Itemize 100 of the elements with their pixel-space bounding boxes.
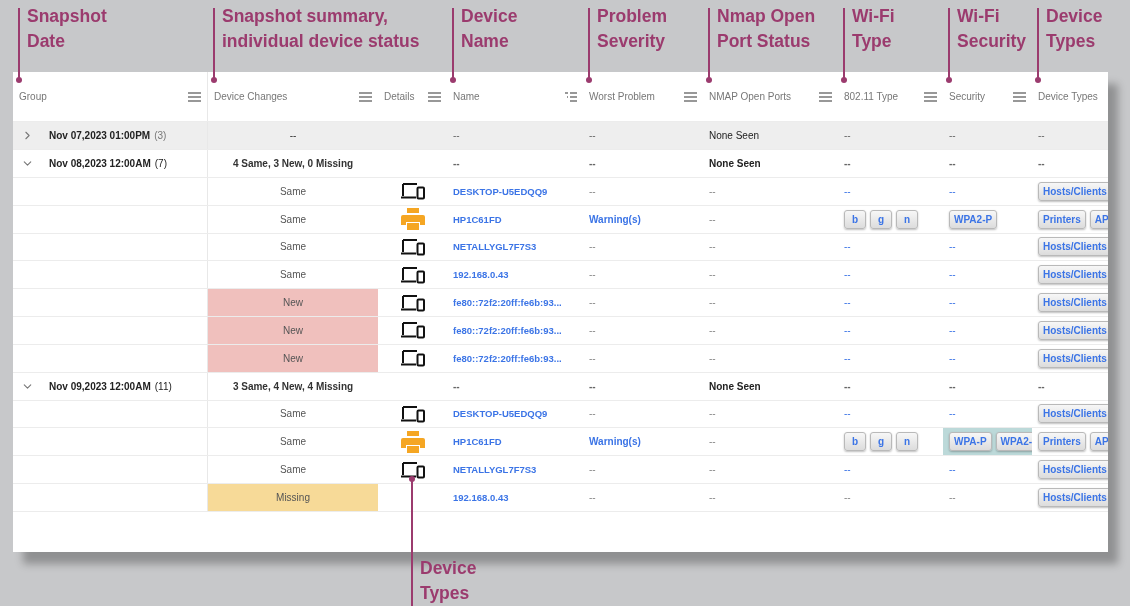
dash-link[interactable]: -- [949,464,956,476]
column-header[interactable]: Worst Problem [589,91,680,102]
dash-link[interactable]: -- [949,269,956,281]
printer-icon [400,208,425,231]
dash-link[interactable]: -- [844,352,851,364]
callout-label: Device Types [1046,5,1103,53]
column-header[interactable]: Name [453,91,561,102]
menu-icon[interactable] [924,91,937,102]
snapshot-date: Nov 08,2023 12:00AM [49,158,151,169]
empty-value: -- [949,158,956,169]
device-type-tag[interactable]: Hosts/Clients [1038,348,1108,368]
empty-value: -- [709,464,716,476]
device-count: (7) [154,158,167,169]
menu-icon[interactable] [359,91,372,102]
dash-link[interactable]: -- [949,352,956,364]
dash-link[interactable]: -- [844,324,851,336]
menu-icon[interactable] [684,91,697,102]
security-tag[interactable]: WPA2-P [949,209,998,229]
device-type-tag[interactable]: Hosts/Clients [1038,265,1108,285]
dash-link[interactable]: -- [949,297,956,309]
filter-list-icon[interactable] [565,91,577,102]
dash-link[interactable]: -- [949,324,956,336]
menu-icon[interactable] [1013,91,1026,102]
device-type-tag[interactable]: Hosts/Clients [1038,293,1108,313]
dash-link[interactable]: -- [949,185,956,197]
device-type-tag[interactable]: Printers [1038,209,1086,229]
callout-label: Problem Severity [597,5,668,53]
column-header[interactable]: NMAP Open Ports [709,91,815,102]
device-status: Same [279,185,307,197]
column-header[interactable]: Details [384,91,424,102]
empty-value: -- [1038,380,1045,392]
empty-value: -- [709,241,716,253]
column-header[interactable]: Device Types [1038,91,1102,102]
device-type-tag[interactable]: AP [1089,209,1108,229]
device-name-link[interactable]: HP1C61FD [453,436,502,448]
menu-icon[interactable] [188,91,201,102]
empty-value: -- [1038,130,1045,141]
device-status: Same [279,408,307,420]
computer-phone-icon [399,404,426,423]
dash-link[interactable]: -- [844,185,851,197]
device-name-link[interactable]: 192.168.0.43 [453,491,509,503]
device-name-link[interactable]: fe80::72f2:20ff:fe6b:93... [453,297,562,309]
device-name-link[interactable]: fe80::72f2:20ff:fe6b:93... [453,324,562,336]
device-name-link[interactable]: 192.168.0.43 [453,269,509,281]
dash-link[interactable]: -- [949,408,956,420]
dash-link[interactable]: -- [844,269,851,281]
dash-link[interactable]: -- [844,297,851,309]
empty-value: -- [589,324,596,336]
dash-link[interactable]: -- [844,464,851,476]
group-row[interactable]: Nov 07,2023 01:00PM (3) -- -- -- None Seen -- -- -- [13,122,1108,150]
device-name-link[interactable]: NETALLYGL7F7S3 [453,464,537,476]
group-row[interactable]: Nov 09,2023 12:00AM (11) 3 Same, 4 New, 4 Missing -- -- None Seen -- -- -- [13,372,1108,401]
dash-link[interactable]: -- [949,241,956,253]
callout-label: Nmap Open Port Status [717,5,816,53]
computer-phone-icon [399,293,426,312]
device-type-tag[interactable]: Hosts/Clients [1038,404,1108,424]
device-name-link[interactable]: DESKTOP-U5EDQQ9 [453,185,548,197]
column-header[interactable]: Group [19,91,184,102]
wifi-type-tag[interactable]: g [870,432,892,452]
empty-value: -- [453,130,460,141]
wifi-type-tag[interactable]: n [896,432,918,452]
change-summary: 4 Same, 3 New, 0 Missing [232,158,354,169]
wifi-type-tag[interactable]: b [844,209,866,229]
column-header[interactable]: 802.11 Type [844,91,920,102]
callout-label: Device Name [461,5,518,53]
empty-value: -- [709,297,716,309]
device-status: Missing [276,491,310,503]
security-tag[interactable]: WPA2- [995,432,1032,452]
device-type-tag[interactable]: AP [1089,432,1108,452]
group-row[interactable]: Nov 08,2023 12:00AM (7) 4 Same, 3 New, 0 Missing -- -- None Seen -- -- -- [13,150,1108,178]
problem-link[interactable]: Warning(s) [589,436,641,448]
computer-phone-icon [399,238,426,256]
wifi-type-tag[interactable]: b [844,432,866,452]
empty-value: -- [949,491,956,503]
device-type-tag[interactable]: Hosts/Clients [1038,487,1108,507]
menu-icon[interactable] [819,91,832,102]
device-type-tag[interactable]: Hosts/Clients [1038,181,1108,201]
device-status: Same [279,464,307,476]
device-name-link[interactable]: DESKTOP-U5EDQQ9 [453,408,548,420]
wifi-type-tag[interactable]: n [896,209,918,229]
empty-value: -- [589,408,596,420]
column-header[interactable]: Security [949,91,1009,102]
empty-value: -- [709,491,716,503]
device-name-link[interactable]: fe80::72f2:20ff:fe6b:93... [453,352,562,364]
device-name-link[interactable]: HP1C61FD [453,213,502,225]
problem-link[interactable]: Warning(s) [589,213,641,225]
device-count: (11) [154,380,172,392]
device-type-tag[interactable]: Hosts/Clients [1038,320,1108,340]
security-tag[interactable]: WPA-P [949,432,992,452]
menu-icon[interactable] [428,91,441,102]
device-type-tag[interactable]: Printers [1038,432,1086,452]
dash-link[interactable]: -- [844,408,851,420]
device-name-link[interactable]: NETALLYGL7F7S3 [453,241,537,253]
change-summary: -- [289,130,297,141]
column-header[interactable]: Device Changes [214,91,355,102]
empty-value: -- [589,464,596,476]
device-type-tag[interactable]: Hosts/Clients [1038,237,1108,257]
wifi-type-tag[interactable]: g [870,209,892,229]
dash-link[interactable]: -- [844,241,851,253]
device-type-tag[interactable]: Hosts/Clients [1038,460,1108,480]
